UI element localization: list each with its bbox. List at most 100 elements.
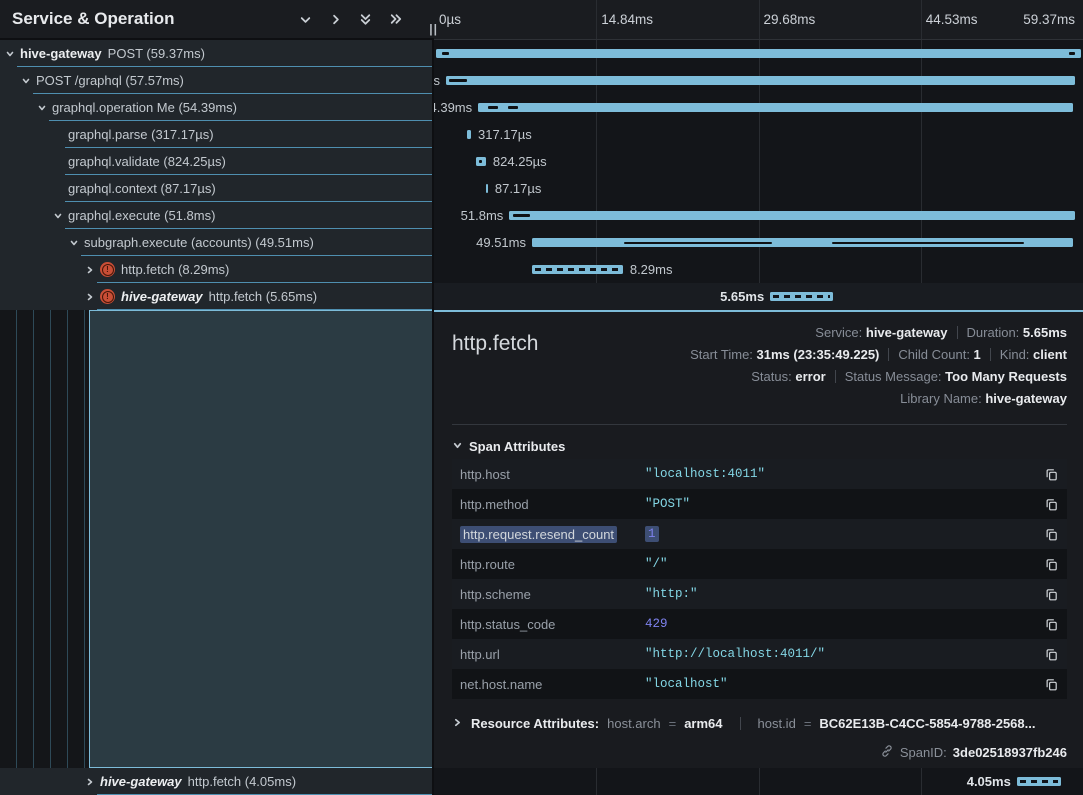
- span-name-label: POST (59.37ms): [108, 46, 205, 61]
- span-tree-row[interactable]: hive-gatewayhttp.fetch (4.05ms): [0, 768, 434, 795]
- meta-value: error: [795, 369, 825, 384]
- ruler-tick: 44.53ms: [926, 12, 978, 27]
- span-name-label: graphql.execute (51.8ms): [68, 208, 215, 223]
- chevron-right-icon[interactable]: [327, 11, 344, 28]
- attribute-key: http.url: [460, 647, 645, 662]
- ruler-tick: 59.37ms: [1023, 12, 1075, 27]
- tree-gutter: [0, 310, 434, 768]
- span-tree-row[interactable]: graphql.validate (824.25µs): [0, 148, 434, 175]
- waterfall-row: 4.05ms: [434, 768, 1083, 795]
- span-bar[interactable]: [770, 292, 833, 301]
- row-separator: [97, 309, 434, 310]
- span-tree-row[interactable]: ! hive-gateway http.fetch (5.65ms): [0, 283, 434, 310]
- span-bar[interactable]: [532, 265, 623, 274]
- chevron-down-icon[interactable]: [297, 11, 314, 28]
- resource-attributes-header[interactable]: Resource Attributes: host.arch = arm64ho…: [452, 711, 1067, 735]
- service-name: hive-gateway: [20, 46, 102, 61]
- chevron-down-icon[interactable]: [5, 48, 16, 59]
- copy-icon[interactable]: [1039, 527, 1059, 542]
- span-name-label: graphql.operation Me (54.39ms): [52, 100, 237, 115]
- meta-value: client: [1033, 347, 1067, 362]
- span-tree-row[interactable]: !http.fetch (8.29ms): [0, 256, 434, 283]
- copy-icon[interactable]: [1039, 677, 1059, 692]
- span-tree-row[interactable]: graphql.context (87.17µs): [0, 175, 434, 202]
- span-duration-label: 5.65ms: [720, 289, 764, 304]
- chevron-down-icon[interactable]: [69, 237, 80, 248]
- chevron-right-icon[interactable]: [85, 776, 96, 787]
- span-bar[interactable]: [478, 103, 1072, 112]
- chevron-right-icon[interactable]: [85, 291, 96, 302]
- waterfall-row: 51.8ms: [434, 202, 1083, 229]
- child-span-marker: [513, 214, 530, 217]
- resource-value: BC62E13B-C4CC-5854-9788-2568...: [819, 716, 1035, 731]
- panel-resize-handle[interactable]: ||: [429, 22, 438, 36]
- double-chevron-right-icon[interactable]: [387, 11, 404, 28]
- span-bar[interactable]: [436, 49, 1081, 58]
- attribute-row: http.scheme"http:": [452, 579, 1067, 609]
- chevron-down-icon[interactable]: [53, 210, 64, 221]
- meta-label: Child Count:: [898, 347, 973, 362]
- span-tree-row[interactable]: subgraph.execute (accounts) (49.51ms): [0, 229, 434, 256]
- meta-line: Status: errorStatus Message: Too Many Re…: [690, 366, 1067, 388]
- span-bar[interactable]: [486, 184, 488, 193]
- resource-value: arm64: [684, 716, 722, 731]
- child-span-marker: [508, 106, 518, 109]
- child-span-marker: [1069, 52, 1075, 55]
- attribute-value: "localhost:4011": [645, 467, 1039, 481]
- error-icon: !: [100, 289, 115, 304]
- attribute-key: http.host: [460, 467, 645, 482]
- attribute-value: "/": [645, 557, 1039, 571]
- meta-label: Duration:: [967, 325, 1023, 340]
- copy-icon[interactable]: [1039, 647, 1059, 662]
- link-icon[interactable]: [880, 744, 894, 761]
- span-name-label: graphql.context (87.17µs): [68, 181, 216, 196]
- span-bar[interactable]: [509, 211, 1075, 220]
- copy-icon[interactable]: [1039, 617, 1059, 632]
- attribute-row: http.host"localhost:4011": [452, 459, 1067, 489]
- chevron-right-icon[interactable]: [85, 264, 96, 275]
- span-attributes-header[interactable]: Span Attributes: [452, 433, 1067, 459]
- waterfall-row: 8.29ms: [434, 256, 1083, 283]
- span-duration-label: 51.8ms: [461, 208, 504, 223]
- copy-icon[interactable]: [1039, 587, 1059, 602]
- panel-title: Service & Operation: [0, 9, 297, 29]
- meta-label: Start Time:: [690, 347, 756, 362]
- span-name-label: graphql.validate (824.25µs): [68, 154, 226, 169]
- attribute-row: http.method"POST": [452, 489, 1067, 519]
- attribute-row: http.request.resend_count1: [452, 519, 1067, 549]
- span-tree-row[interactable]: graphql.parse (317.17µs): [0, 121, 434, 148]
- attribute-value: "POST": [645, 497, 1039, 511]
- meta-label: Status Message:: [845, 369, 945, 384]
- panel-divider[interactable]: [432, 0, 434, 795]
- span-duration-label: 49.51ms: [476, 235, 526, 250]
- span-tree-row[interactable]: hive-gateway POST (59.37ms): [0, 40, 434, 67]
- span-id-value: 3de02518937fb246: [953, 745, 1067, 760]
- attribute-key: http.request.resend_count: [460, 527, 645, 542]
- waterfall: 59.37ms57.57ms54.39ms317.17µs824.25µs87.…: [434, 40, 1083, 310]
- span-name-label: graphql.parse (317.17µs): [68, 127, 214, 142]
- chevron-down-icon[interactable]: [37, 102, 48, 113]
- trace-viewer: Service & Operation || 0µs14.84ms29.68ms…: [0, 0, 1083, 795]
- chevron-down-icon[interactable]: [21, 75, 32, 86]
- service-name: hive-gateway: [121, 289, 203, 304]
- selected-span-block[interactable]: [89, 310, 434, 768]
- span-bar[interactable]: [467, 130, 471, 139]
- attribute-key: http.method: [460, 497, 645, 512]
- span-bar[interactable]: [446, 76, 1075, 85]
- child-span-marker: [488, 106, 498, 109]
- meta-value: hive-gateway: [985, 391, 1067, 406]
- copy-icon[interactable]: [1039, 467, 1059, 482]
- copy-icon[interactable]: [1039, 557, 1059, 572]
- span-name-label: http.fetch (8.29ms): [121, 262, 229, 277]
- copy-icon[interactable]: [1039, 497, 1059, 512]
- meta-line: Service: hive-gatewayDuration: 5.65ms: [690, 322, 1067, 344]
- chevron-spacer: [53, 156, 64, 167]
- span-bar[interactable]: [1017, 777, 1061, 786]
- span-name-label: http.fetch (5.65ms): [209, 289, 317, 304]
- span-tree-row[interactable]: POST /graphql (57.57ms): [0, 67, 434, 94]
- span-tree-row[interactable]: graphql.execute (51.8ms): [0, 202, 434, 229]
- span-id-label: SpanID:: [900, 745, 947, 760]
- span-tree-row[interactable]: graphql.operation Me (54.39ms): [0, 94, 434, 121]
- meta-label: Status:: [751, 369, 795, 384]
- double-chevron-down-icon[interactable]: [357, 11, 374, 28]
